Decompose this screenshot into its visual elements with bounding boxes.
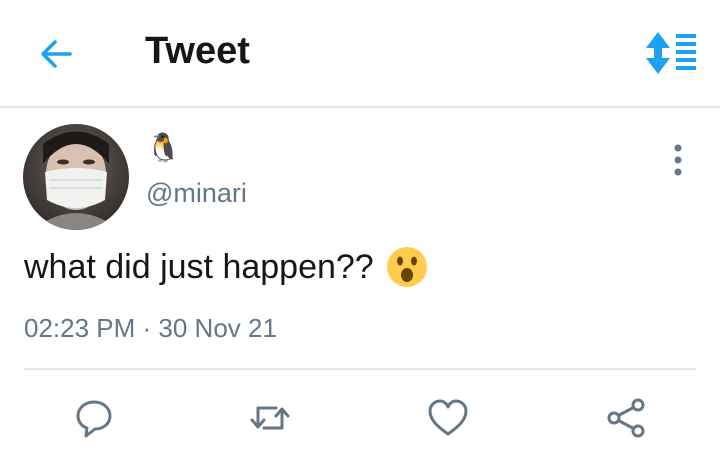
more-options-button[interactable]: [664, 143, 692, 177]
astonished-face-icon: [386, 246, 428, 288]
tweet-body: what did just happen??: [24, 246, 428, 288]
avatar[interactable]: [23, 124, 129, 230]
retweet-button[interactable]: [248, 396, 292, 440]
retweet-icon: [250, 406, 290, 430]
sort-arrows-icon: [646, 32, 696, 74]
heart-icon: [428, 399, 468, 436]
share-button[interactable]: [604, 396, 648, 440]
top-bar: Tweet: [0, 0, 720, 108]
back-button[interactable]: [36, 34, 76, 74]
sort-button[interactable]: [644, 30, 700, 76]
meta-separator: ·: [135, 313, 159, 343]
reply-button[interactable]: [72, 396, 116, 440]
tweet-date: 30 Nov 21: [158, 313, 277, 343]
more-vertical-icon: [674, 144, 682, 176]
tweet-time: 02:23 PM: [24, 313, 136, 343]
tweet-text: what did just happen??: [24, 247, 374, 286]
like-button[interactable]: [426, 396, 470, 440]
user-handle[interactable]: @minari: [146, 178, 247, 209]
page-title: Tweet: [145, 30, 250, 72]
share-icon: [607, 398, 645, 438]
avatar-image: [23, 124, 129, 230]
display-name[interactable]: 🐧: [146, 130, 181, 166]
reply-icon: [76, 400, 112, 438]
arrow-left-icon: [41, 40, 72, 68]
divider: [24, 368, 696, 370]
tweet-timestamp: 02:23 PM · 30 Nov 21: [24, 313, 277, 344]
